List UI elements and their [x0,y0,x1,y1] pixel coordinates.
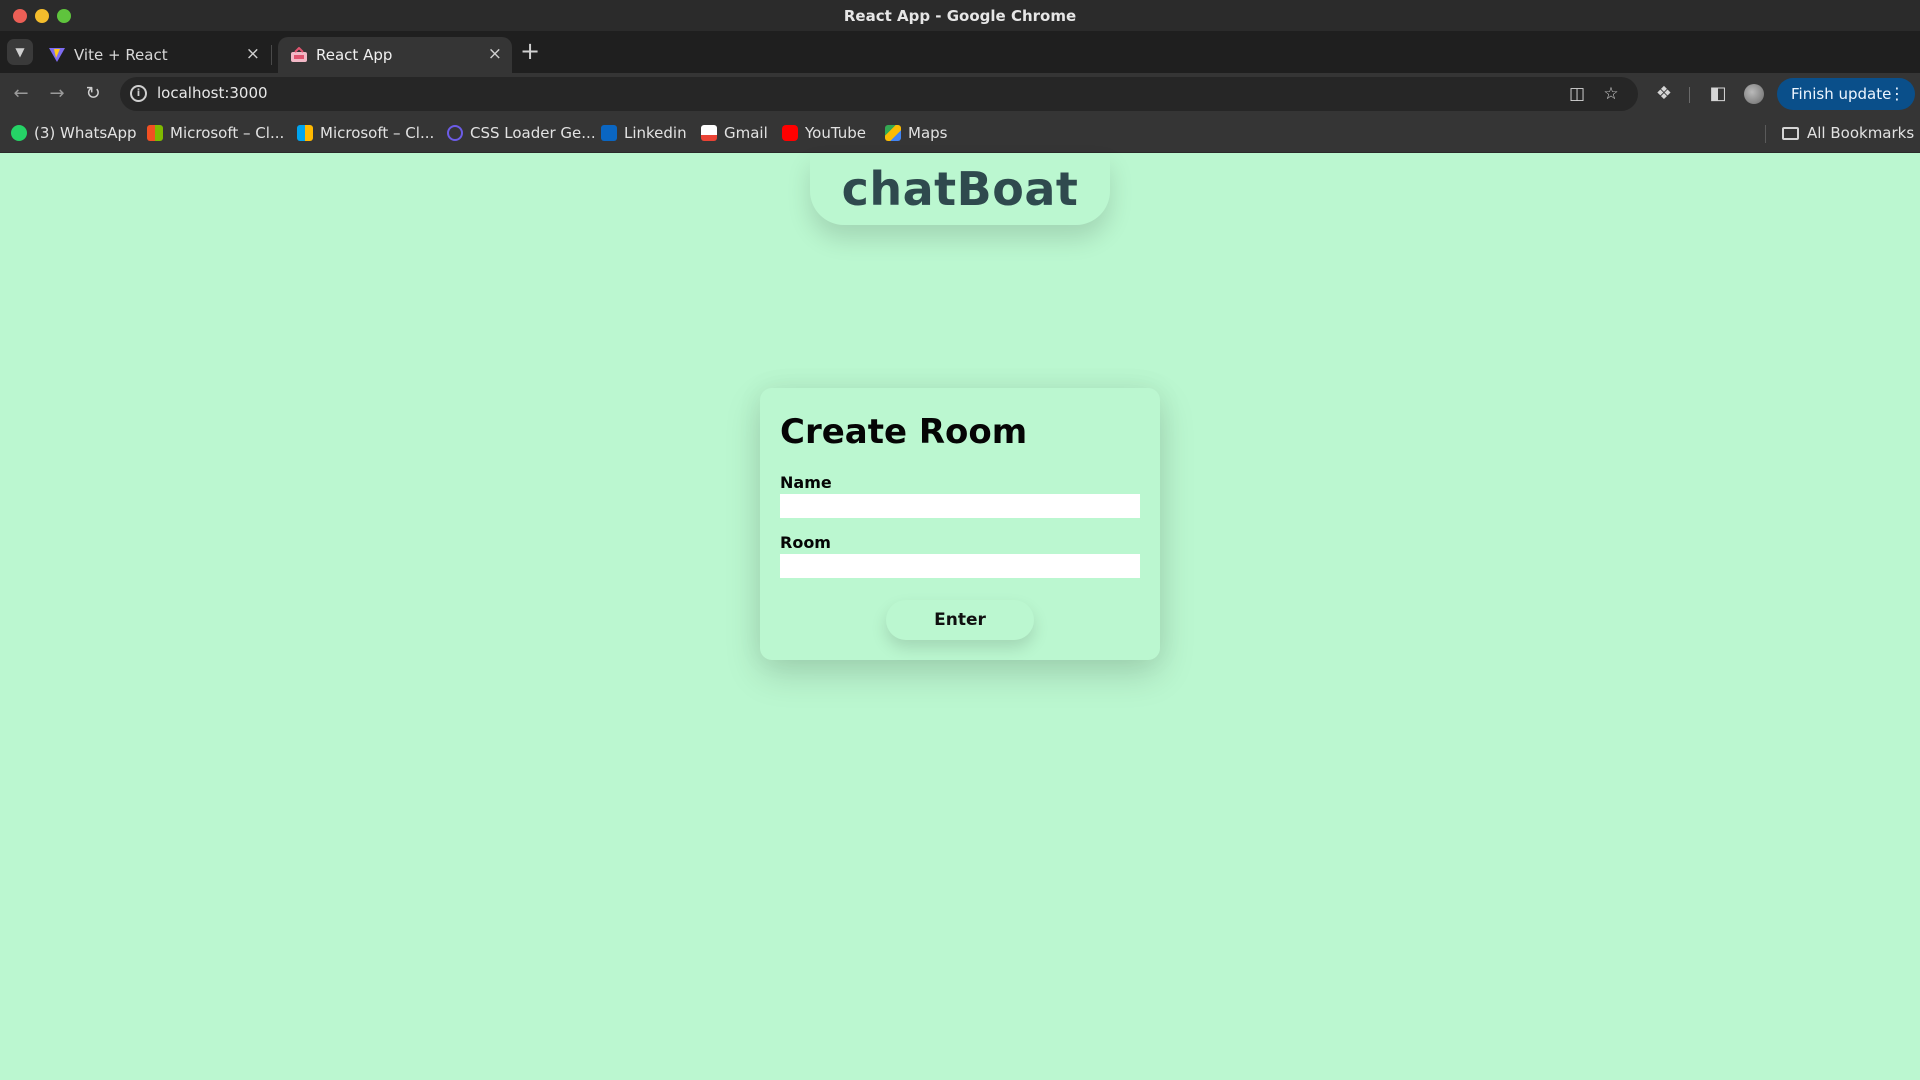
linkedin-icon [601,125,617,141]
youtube-icon [782,125,798,141]
tab-close-icon[interactable]: × [488,44,502,64]
bookmark-maps[interactable]: Maps [885,124,947,144]
maps-icon [885,125,901,141]
bookmark-css-loader[interactable]: CSS Loader Ge... [447,124,596,144]
profile-avatar[interactable] [1744,84,1764,104]
finish-update-label: Finish update [1791,85,1892,103]
tab-strip: ▼ Vite + React × React App × + [0,31,1920,73]
name-input[interactable] [780,494,1140,518]
reload-button[interactable]: ↻ [80,81,106,107]
bookmarks-separator [1765,125,1766,143]
bookmark-whatsapp[interactable]: (3) WhatsApp [11,124,137,144]
bookmark-star-icon[interactable]: ☆ [1600,83,1622,105]
url-text[interactable]: localhost:3000 [157,84,268,102]
whatsapp-icon [11,125,27,141]
bookmark-youtube[interactable]: YouTube [782,124,866,144]
window-title: React App - Google Chrome [843,7,1077,25]
forward-button[interactable]: → [44,81,70,107]
bookmark-label: Gmail [724,124,768,142]
bookmarks-bar: (3) WhatsApp Microsoft – Cl... Microsoft… [0,115,1920,153]
room-label: Room [780,533,831,552]
tab-separator [271,45,272,65]
bookmark-label: (3) WhatsApp [34,124,137,142]
vite-logo-icon [49,48,65,62]
name-label: Name [780,473,832,492]
bookmark-label: YouTube [805,124,866,142]
all-bookmarks-button[interactable]: All Bookmarks [1782,124,1914,144]
new-tab-button[interactable]: + [520,37,540,65]
install-app-icon[interactable]: ◫ [1566,83,1588,105]
reload-icon: ↻ [85,83,101,104]
tab-vite-react[interactable]: Vite + React × [36,37,270,73]
bookmark-linkedin[interactable]: Linkedin [601,124,687,144]
bookmark-microsoft-1[interactable]: Microsoft – Cl... [147,124,284,144]
bookmark-microsoft-2[interactable]: Microsoft – Cl... [297,124,434,144]
window-titlebar: React App - Google Chrome [0,0,1920,31]
microsoft-icon [147,125,163,141]
form-title: Create Room [780,412,1028,452]
kebab-menu-icon: ⋮ [1889,84,1905,103]
tab-react-app[interactable]: React App × [278,37,512,73]
plus-icon: + [520,37,541,65]
arrow-left-icon: ← [13,83,29,104]
bookmark-label: CSS Loader Ge... [470,124,596,142]
microsoft-icon [297,125,313,141]
bookmark-label: Microsoft – Cl... [170,124,285,142]
bookmark-label: Linkedin [624,124,687,142]
tab-label: Vite + React [74,46,168,64]
back-button[interactable]: ← [8,81,34,107]
app-page: chatBoat Create Room Name Room Enter [0,153,1920,1080]
site-info-icon[interactable]: i [130,85,147,102]
bookmark-gmail[interactable]: Gmail [701,124,768,144]
brand-header: chatBoat [810,153,1110,225]
extensions-puzzle-icon[interactable]: ❖ [1652,82,1676,106]
tab-label: React App [316,46,393,64]
finish-update-button[interactable]: Finish update ⋮ [1777,78,1915,110]
brand-title: chatBoat [841,162,1079,216]
room-input[interactable] [780,554,1140,578]
side-panel-icon[interactable]: ◧ [1706,82,1730,106]
folder-icon [1782,127,1799,140]
bookmark-label: Maps [908,124,948,142]
css-loader-icon [447,125,463,141]
toolbar-divider [1689,87,1690,103]
enter-button[interactable]: Enter [886,600,1034,640]
arrow-right-icon: → [49,83,65,104]
bookmark-label: Microsoft – Cl... [320,124,435,142]
gmail-icon [701,125,717,141]
create-room-card: Create Room Name Room Enter [760,388,1160,660]
tab-close-icon[interactable]: × [246,44,260,64]
all-bookmarks-label: All Bookmarks [1807,124,1915,142]
react-app-favicon-icon [291,47,307,62]
address-bar[interactable]: i localhost:3000 ◫ ☆ [120,77,1638,111]
browser-toolbar: ← → ↻ i localhost:3000 ◫ ☆ ❖ ◧ Finish up… [0,73,1920,115]
chevron-down-icon: ▼ [15,45,25,59]
tab-search-button[interactable]: ▼ [7,39,33,65]
